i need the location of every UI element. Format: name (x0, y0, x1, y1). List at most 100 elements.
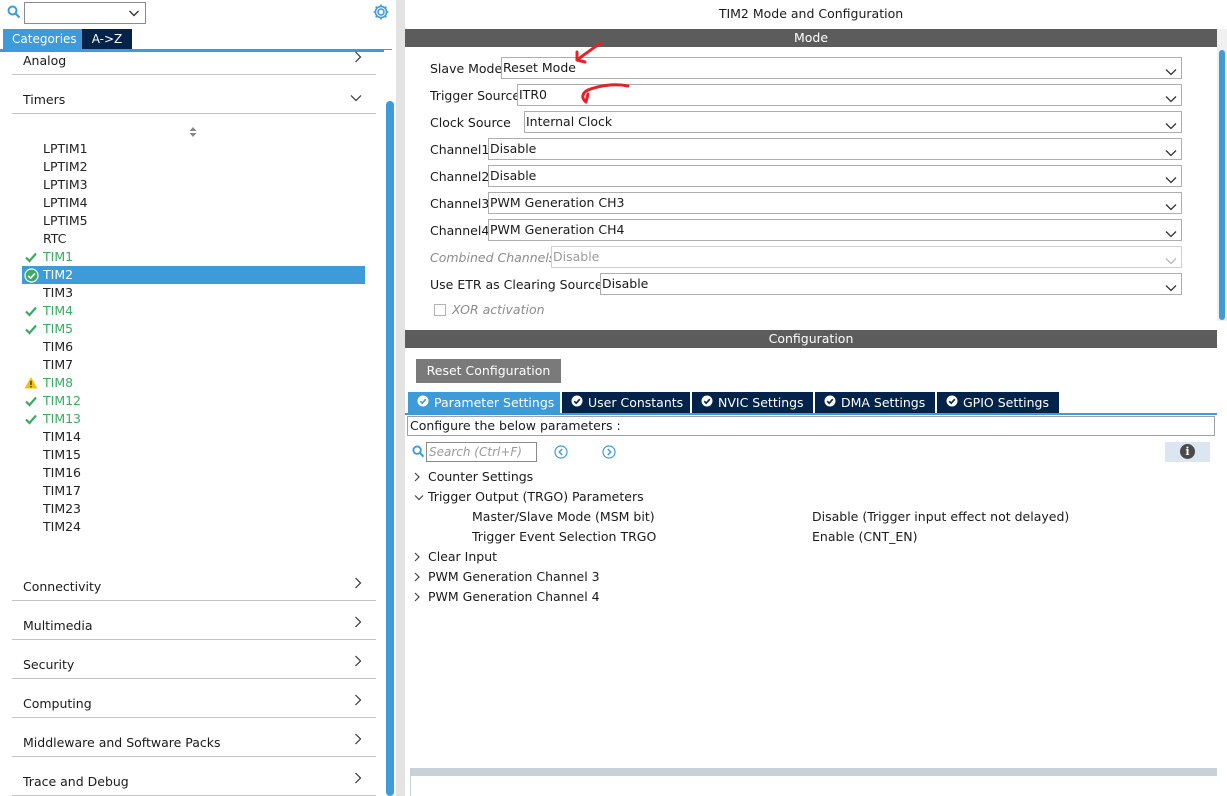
tab-label: DMA Settings (841, 395, 926, 410)
timer-item-rtc[interactable]: RTC (22, 230, 365, 248)
mode-scrollbar-thumb[interactable] (1219, 50, 1225, 320)
timer-name: TIM5 (43, 321, 74, 336)
timer-item-lptim1[interactable]: LPTIM1 (22, 140, 365, 158)
combined-channels-select: Disable (551, 246, 1182, 268)
clock-source-label: Clock Source (430, 115, 511, 130)
clock-source-select[interactable]: Internal Clock (524, 111, 1182, 133)
channel2-label: Channel2 (430, 169, 490, 184)
timer-item-tim1[interactable]: TIM1 (22, 248, 365, 266)
timer-name: TIM16 (43, 465, 82, 480)
clock-source-row: Clock Source Internal Clock (430, 111, 1182, 133)
gear-icon[interactable] (372, 3, 390, 24)
category-label: Trace and Debug (23, 774, 129, 789)
tree-node-label: Trigger Output (TRGO) Parameters (428, 489, 644, 504)
param-msm-value[interactable]: Disable (Trigger input effect not delaye… (812, 509, 1069, 529)
channel1-select[interactable]: Disable (488, 138, 1182, 160)
chevron-right-icon (413, 591, 421, 606)
channel4-select[interactable]: PWM Generation CH4 (488, 219, 1182, 241)
chevron-down-icon (1165, 63, 1177, 83)
xor-activation-checkbox (434, 304, 446, 316)
timer-name: TIM8 (43, 375, 74, 390)
timer-name: TIM4 (43, 303, 74, 318)
chevron-right-icon (354, 694, 362, 709)
parameter-search-input[interactable]: Search (Ctrl+F) (426, 442, 537, 462)
chevron-down-icon[interactable] (128, 7, 140, 22)
timer-item-tim6[interactable]: TIM6 (22, 338, 365, 356)
timer-item-tim5[interactable]: TIM5 (22, 320, 365, 338)
channel3-select[interactable]: PWM Generation CH3 (488, 192, 1182, 214)
previous-result-icon[interactable] (554, 445, 568, 462)
timer-item-lptim5[interactable]: LPTIM5 (22, 212, 365, 230)
timer-item-tim16[interactable]: TIM16 (22, 464, 365, 482)
timer-name: LPTIM3 (43, 177, 88, 192)
timer-name: LPTIM5 (43, 213, 88, 228)
channel2-value: Disable (490, 168, 537, 183)
timer-item-tim15[interactable]: TIM15 (22, 446, 365, 464)
timer-item-lptim3[interactable]: LPTIM3 (22, 176, 365, 194)
timer-item-tim2[interactable]: TIM2 (22, 266, 365, 284)
tab-parameter-settings[interactable]: Parameter Settings (408, 392, 560, 413)
timer-name: TIM3 (43, 285, 74, 300)
chevron-down-icon (350, 91, 362, 105)
timer-item-lptim2[interactable]: LPTIM2 (22, 158, 365, 176)
search-icon[interactable] (7, 5, 21, 22)
timer-item-tim4[interactable]: TIM4 (22, 302, 365, 320)
sort-icon[interactable] (188, 126, 198, 141)
config-tabs: Parameter Settings User Constants NVIC S… (408, 392, 1061, 413)
category-timers[interactable]: Timers (12, 75, 376, 114)
category-security[interactable]: Security (12, 640, 376, 679)
category-label: Middleware and Software Packs (23, 735, 221, 750)
panel-splitter[interactable] (396, 0, 405, 796)
search-combobox[interactable] (24, 2, 146, 24)
next-result-icon[interactable] (602, 445, 616, 462)
check-icon (24, 250, 38, 267)
annotation-curve-mark (581, 83, 630, 104)
left-scrollbar-thumb[interactable] (386, 101, 394, 796)
reset-configuration-button[interactable]: Reset Configuration (416, 359, 561, 383)
tab-gpio-settings[interactable]: GPIO Settings (937, 392, 1059, 413)
combined-channels-label: Combined Channels (430, 250, 556, 265)
timer-item-tim12[interactable]: TIM12 (22, 392, 365, 410)
category-label: Multimedia (23, 618, 93, 633)
trigger-source-label: Trigger Source (430, 88, 521, 103)
timer-name: TIM12 (43, 393, 82, 408)
timer-name: LPTIM4 (43, 195, 88, 210)
category-middleware-and-software-packs[interactable]: Middleware and Software Packs (12, 718, 376, 757)
tab-label: NVIC Settings (718, 395, 804, 410)
tab-user-constants[interactable]: User Constants (562, 392, 690, 413)
use-etr-select[interactable]: Disable (600, 273, 1182, 295)
chevron-down-icon (1165, 198, 1177, 218)
timer-item-tim3[interactable]: TIM3 (22, 284, 365, 302)
slave-mode-row: Slave Mode Reset Mode (430, 57, 1182, 79)
timer-item-tim24[interactable]: TIM24 (22, 518, 365, 536)
category-connectivity[interactable]: Connectivity (12, 562, 376, 601)
tab-dma-settings[interactable]: DMA Settings (815, 392, 935, 413)
category-computing[interactable]: Computing (12, 679, 376, 718)
channel2-select[interactable]: Disable (488, 165, 1182, 187)
mode-header: Mode (405, 29, 1217, 47)
timer-item-tim8[interactable]: TIM8 (22, 374, 365, 392)
timer-item-tim13[interactable]: TIM13 (22, 410, 365, 428)
category-trace-and-debug[interactable]: Trace and Debug (12, 757, 376, 796)
combined-channels-value: Disable (553, 249, 600, 264)
check-circle-icon (417, 392, 429, 413)
tab-label: Parameter Settings (434, 395, 555, 410)
timer-item-tim7[interactable]: TIM7 (22, 356, 365, 374)
timer-name: TIM7 (43, 357, 74, 372)
config-description: Configure the below parameters : (407, 416, 1215, 436)
category-analog[interactable]: Analog (12, 36, 376, 75)
check-circle-icon (946, 392, 958, 413)
timer-item-lptim4[interactable]: LPTIM4 (22, 194, 365, 212)
tab-nvic-settings[interactable]: NVIC Settings (692, 392, 813, 413)
info-icon: i (1180, 444, 1195, 459)
category-multimedia[interactable]: Multimedia (12, 601, 376, 640)
info-button[interactable]: i (1165, 442, 1210, 462)
page-title: TIM2 Mode and Configuration (718, 6, 904, 21)
timer-item-tim23[interactable]: TIM23 (22, 500, 365, 518)
search-icon[interactable] (412, 445, 425, 461)
timer-item-tim17[interactable]: TIM17 (22, 482, 365, 500)
check-circle-icon (701, 392, 713, 413)
chevron-down-icon (1165, 90, 1177, 110)
timer-item-tim14[interactable]: TIM14 (22, 428, 365, 446)
param-trgo-event-value[interactable]: Enable (CNT_EN) (812, 529, 918, 549)
